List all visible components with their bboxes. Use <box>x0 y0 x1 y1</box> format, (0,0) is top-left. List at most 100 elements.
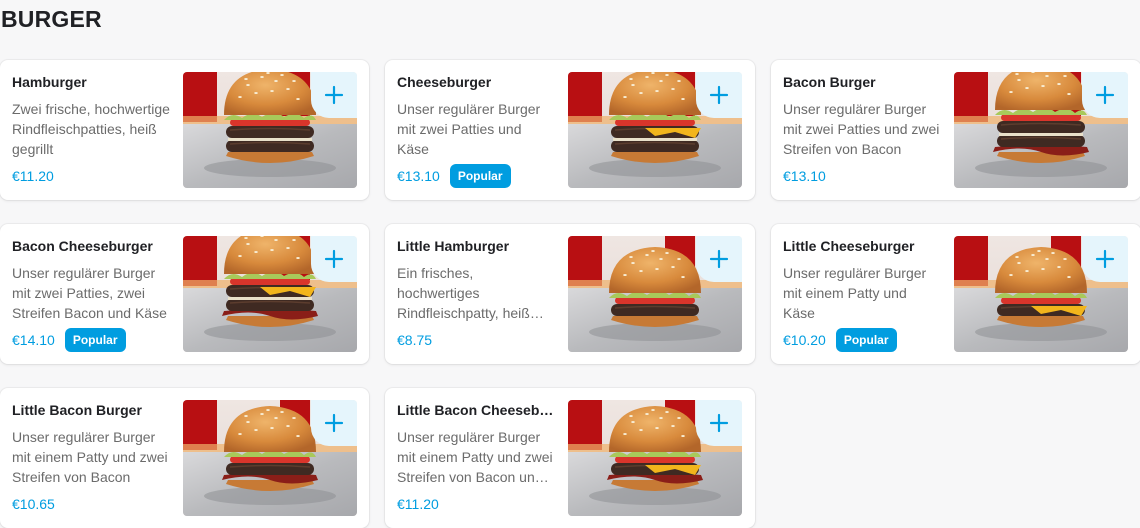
add-to-cart-button[interactable] <box>1082 236 1128 282</box>
menu-item-name: Little Hamburger <box>397 238 510 254</box>
sesame-seed <box>651 72 655 74</box>
menu-item-text: Cheeseburger Unser regulärer Burger mit … <box>397 74 555 159</box>
sesame-seed <box>266 72 270 74</box>
menu-item-price-row: €11.20 <box>12 164 54 188</box>
menu-item-image[interactable] <box>954 72 1128 188</box>
sesame-seed <box>296 98 300 100</box>
sesame-seed <box>1009 274 1013 276</box>
sesame-seed <box>238 433 242 435</box>
menu-item-text: Little Hamburger Ein frisches, hochwerti… <box>397 238 555 323</box>
sesame-seed <box>286 88 290 90</box>
tomato-slice <box>230 456 310 463</box>
wall-stripe <box>954 236 988 286</box>
menu-item-description: Unser regulärer Burger mit einem Patty u… <box>783 265 927 321</box>
plus-icon <box>1095 85 1115 105</box>
menu-item-image[interactable] <box>183 400 357 516</box>
menu-item-text: Little Cheeseburger Unser regulärer Burg… <box>783 238 941 323</box>
menu-item-image[interactable] <box>568 400 742 516</box>
sesame-seed <box>651 250 655 252</box>
menu-item-card[interactable]: Little Hamburger Ein frisches, hochwerti… <box>385 224 755 364</box>
menu-item-price: €10.20 <box>783 332 826 348</box>
menu-item-price-row: €10.20 Popular <box>783 328 897 352</box>
sesame-seed <box>677 80 681 82</box>
menu-item-price: €14.10 <box>12 332 55 348</box>
menu-item-image[interactable] <box>183 72 357 188</box>
menu-item-grid: Hamburger Zwei frische, hochwertige Rind… <box>0 60 1140 528</box>
sesame-seed <box>671 425 675 427</box>
onion-layer <box>613 138 697 141</box>
menu-item-price: €8.75 <box>397 332 433 348</box>
sesame-seed <box>631 84 635 86</box>
sesame-seed <box>260 76 264 78</box>
menu-item-image[interactable] <box>183 236 357 352</box>
add-to-cart-button[interactable] <box>311 236 357 282</box>
onion-layer <box>228 297 312 300</box>
tomato-slice <box>1001 297 1081 304</box>
add-to-cart-button[interactable] <box>311 72 357 118</box>
menu-item-card[interactable]: Cheeseburger Unser regulärer Burger mit … <box>385 60 755 200</box>
sesame-seed <box>639 429 643 431</box>
menu-item-card[interactable]: Little Cheeseburger Unser regulärer Burg… <box>771 224 1140 364</box>
sesame-seed <box>246 421 250 423</box>
menu-item-name: Bacon Burger <box>783 74 876 90</box>
sesame-seed <box>1009 91 1013 93</box>
menu-item-card[interactable]: Bacon Burger Unser regulärer Burger mit … <box>771 60 1140 200</box>
sesame-seed <box>286 247 290 249</box>
sesame-seed <box>1063 75 1067 77</box>
sesame-seed <box>286 425 290 427</box>
add-to-cart-button[interactable] <box>1082 72 1128 118</box>
tomato-slice <box>230 119 310 126</box>
menu-item-price: €13.10 <box>783 168 826 184</box>
top-bun <box>995 72 1087 110</box>
wall-stripe <box>183 72 217 122</box>
menu-item-description: Unser regulärer Burger mit einem Patty u… <box>397 429 553 485</box>
sesame-seed <box>1067 93 1071 95</box>
wall-stripe <box>568 72 602 122</box>
sesame-seed <box>274 239 278 241</box>
sesame-seed <box>629 415 633 417</box>
sesame-seed <box>659 417 663 419</box>
sesame-seed <box>292 239 296 241</box>
add-to-cart-button[interactable] <box>696 236 742 282</box>
sesame-seed <box>254 251 258 253</box>
sesame-seed <box>659 258 663 260</box>
sesame-seed <box>266 409 270 411</box>
menu-item-image[interactable] <box>568 72 742 188</box>
sesame-seed <box>1041 85 1045 87</box>
sesame-seed <box>677 417 681 419</box>
section-title: BURGER <box>1 6 102 32</box>
add-to-cart-button[interactable] <box>696 72 742 118</box>
sesame-seed <box>292 80 296 82</box>
sesame-seed <box>1045 258 1049 260</box>
menu-item-name: Hamburger <box>12 74 87 90</box>
menu-item-name: Little Cheeseburger <box>783 238 915 254</box>
menu-item-price-row: €8.75 <box>397 328 432 352</box>
sesame-seed <box>655 90 659 92</box>
menu-item-card[interactable]: Hamburger Zwei frische, hochwertige Rind… <box>0 60 369 200</box>
sesame-seed <box>296 435 300 437</box>
menu-item-card[interactable]: Bacon Cheeseburger Unser regulärer Burge… <box>0 224 369 364</box>
sesame-seed <box>270 90 274 92</box>
plus-icon <box>324 249 344 269</box>
sesame-seed <box>274 417 278 419</box>
sesame-seed <box>681 276 685 278</box>
menu-item-price-row: €14.10 Popular <box>12 328 126 352</box>
add-to-cart-button[interactable] <box>311 400 357 446</box>
add-to-cart-button[interactable] <box>696 400 742 446</box>
sesame-seed <box>659 80 663 82</box>
sesame-seed <box>681 435 685 437</box>
menu-item-image[interactable] <box>954 236 1128 352</box>
menu-item-text: Bacon Cheeseburger Unser regulärer Burge… <box>12 238 170 323</box>
sesame-seed <box>629 78 633 80</box>
sesame-seed <box>665 252 669 254</box>
sesame-seed <box>280 74 284 76</box>
menu-item-card[interactable]: Little Bacon Cheeseburger Unser reguläre… <box>385 388 755 528</box>
sesame-seed <box>238 96 242 98</box>
wall-stripe <box>954 72 988 122</box>
sesame-seed <box>1017 262 1021 264</box>
sesame-seed <box>623 274 627 276</box>
menu-item-card[interactable]: Little Bacon Burger Unser regulärer Burg… <box>0 388 369 528</box>
sesame-seed <box>1057 266 1061 268</box>
menu-item-image[interactable] <box>568 236 742 352</box>
menu-item-description: Unser regulärer Burger mit zwei Patties … <box>783 101 940 157</box>
